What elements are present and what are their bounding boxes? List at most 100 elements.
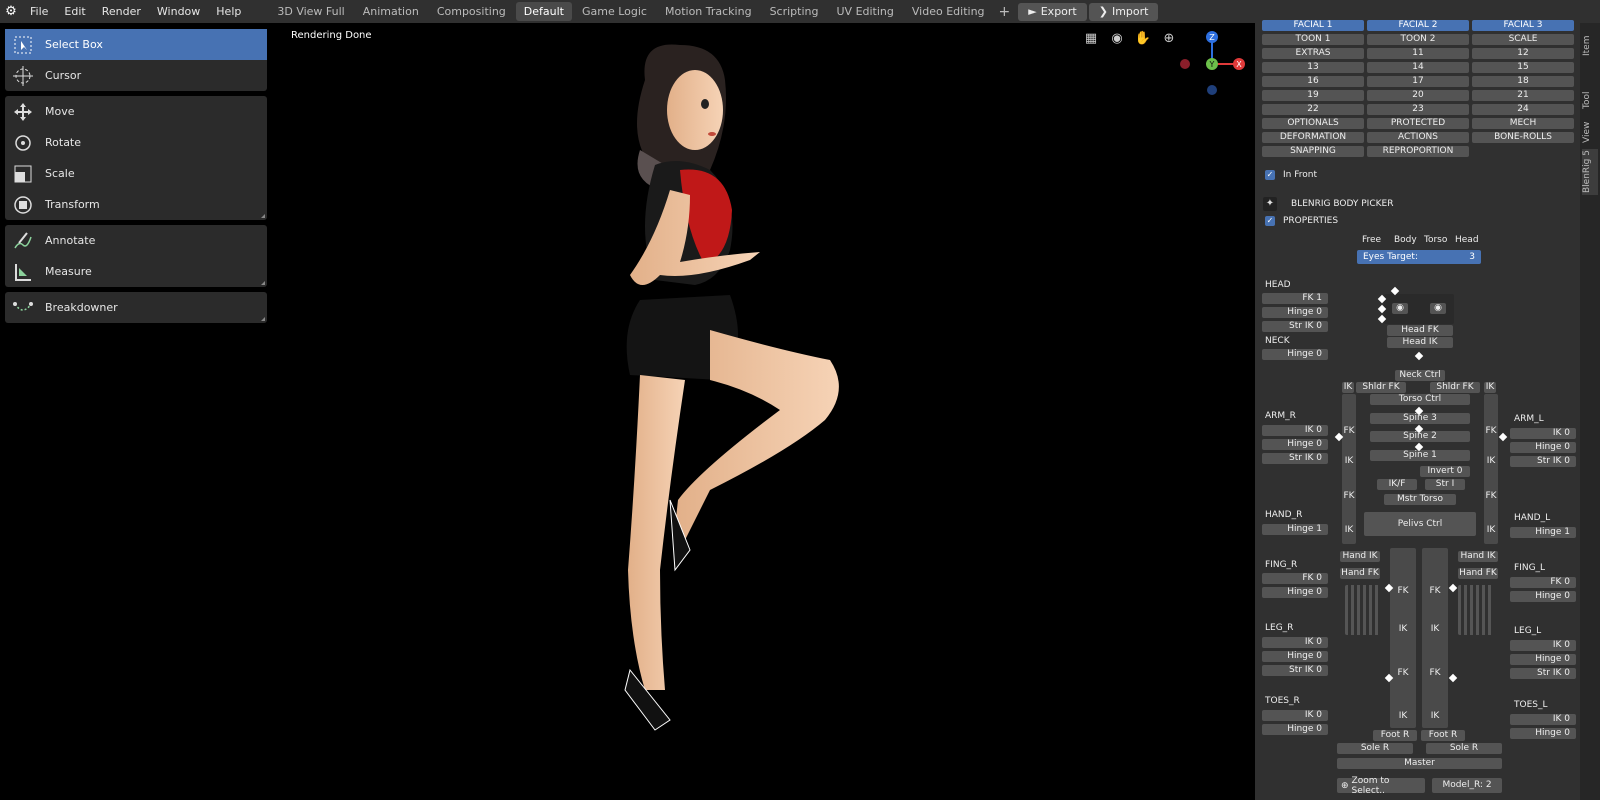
fingers-r-bones[interactable] <box>1345 585 1381 635</box>
arm-r-fk-bone[interactable]: FK <box>1342 426 1356 437</box>
model-r-field[interactable]: Model_R: 2 <box>1432 778 1502 793</box>
look-mode-torso[interactable]: Torso <box>1424 235 1447 245</box>
master-torso-bone[interactable]: Mstr Torso <box>1384 494 1456 505</box>
sole-r2-bone[interactable]: Sole R <box>1426 743 1502 754</box>
tab-tool[interactable]: Tool <box>1582 85 1598 115</box>
export-button[interactable]: ► Export <box>1018 2 1087 21</box>
head-fk-prop[interactable]: FK 1 <box>1262 293 1328 304</box>
shoulder-l-fk-bone[interactable]: Shldr FK <box>1430 382 1480 393</box>
tool-cursor[interactable]: Cursor <box>5 60 267 91</box>
arm-r-ik-prop[interactable]: IK 0 <box>1262 425 1328 436</box>
arm-l-fk-bone[interactable]: FK <box>1484 426 1498 437</box>
layer-button-bone-rolls[interactable]: BONE-ROLLS <box>1472 132 1574 143</box>
sole-r-bone[interactable]: Sole R <box>1337 743 1413 754</box>
layer-button-reproportion[interactable]: REPROPORTION <box>1367 146 1469 157</box>
layer-button-protected[interactable]: PROTECTED <box>1367 118 1469 129</box>
master-bone[interactable]: Master <box>1337 758 1502 769</box>
eyes-target-slider[interactable]: Eyes Target: 3 <box>1357 250 1481 264</box>
layer-button-14[interactable]: 14 <box>1367 62 1469 73</box>
pelvis-ctrl-bone[interactable]: Pelivs Ctrl <box>1364 512 1476 536</box>
look-mode-free[interactable]: Free <box>1362 235 1381 245</box>
menu-file[interactable]: File <box>22 0 56 23</box>
shin-l-fk-bone[interactable]: FK <box>1422 668 1448 679</box>
leg-l-str-ik-prop[interactable]: Str IK 0 <box>1510 668 1576 679</box>
layer-button-23[interactable]: 23 <box>1367 104 1469 115</box>
import-button[interactable]: ❯ Import <box>1088 2 1159 21</box>
arm-r-str-ik-prop[interactable]: Str IK 0 <box>1262 453 1328 464</box>
layer-button-17[interactable]: 17 <box>1367 76 1469 87</box>
leg-r-ik-prop[interactable]: IK 0 <box>1262 637 1328 648</box>
layer-button-11[interactable]: 11 <box>1367 48 1469 59</box>
tool-breakdowner[interactable]: Breakdowner <box>5 292 267 323</box>
head-ik-bone[interactable]: Head IK <box>1387 337 1453 348</box>
eye-l-icon[interactable]: ◉ <box>1430 303 1446 314</box>
neck-ctrl-bone[interactable]: Neck Ctrl <box>1395 370 1445 381</box>
forearm-l-ik-bone[interactable]: IK <box>1484 525 1498 536</box>
tab-default[interactable]: Default <box>515 2 572 21</box>
menu-window[interactable]: Window <box>149 0 208 23</box>
layer-button-15[interactable]: 15 <box>1472 62 1574 73</box>
layer-button-19[interactable]: 19 <box>1262 90 1364 101</box>
invert-toggle[interactable]: Invert 0 <box>1420 466 1470 477</box>
ik-fk-toggle[interactable]: IK/F <box>1377 479 1417 490</box>
tab-view[interactable]: View <box>1582 117 1598 147</box>
arm-l-ik-bone[interactable]: IK <box>1484 456 1498 467</box>
look-mode-body[interactable]: Body <box>1394 235 1417 245</box>
navigation-gizmo[interactable]: Z Y X <box>1175 28 1245 98</box>
layer-button-facial-3[interactable]: FACIAL 3 <box>1472 20 1574 31</box>
foot-r2-bone[interactable]: Foot R <box>1421 730 1465 741</box>
arm-l-hinge-prop[interactable]: Hinge 0 <box>1510 442 1576 453</box>
toes-r-ik-prop[interactable]: IK 0 <box>1262 710 1328 721</box>
toes-l-ik-prop[interactable]: IK 0 <box>1510 714 1576 725</box>
fing-l-fk-prop[interactable]: FK 0 <box>1510 577 1576 588</box>
layer-button-extras[interactable]: EXTRAS <box>1262 48 1364 59</box>
fing-r-fk-prop[interactable]: FK 0 <box>1262 573 1328 584</box>
thigh-r-fk-bone[interactable]: FK <box>1390 586 1416 597</box>
arm-l-ik-prop[interactable]: IK 0 <box>1510 428 1576 439</box>
arm-r-ik-bone[interactable]: IK <box>1342 456 1356 467</box>
layer-button-mech[interactable]: MECH <box>1472 118 1574 129</box>
toes-r-hinge-prop[interactable]: Hinge 0 <box>1262 724 1328 735</box>
shoulder-r-fk-bone[interactable]: Shldr FK <box>1356 382 1406 393</box>
tab-3d-view-full[interactable]: 3D View Full <box>269 2 352 21</box>
layer-button-13[interactable]: 13 <box>1262 62 1364 73</box>
head-hinge-prop[interactable]: Hinge 0 <box>1262 307 1328 318</box>
camera-icon[interactable]: ◉ <box>1109 30 1125 46</box>
shoulder-l-ik-bone[interactable]: IK <box>1484 382 1496 393</box>
arm-l-str-ik-prop[interactable]: Str IK 0 <box>1510 456 1576 467</box>
zoom-to-select-button[interactable]: ⊕ Zoom to Select.. <box>1337 776 1425 796</box>
head-fk-bone[interactable]: Head FK <box>1387 325 1453 336</box>
tab-item[interactable]: Item <box>1582 31 1598 61</box>
tool-scale[interactable]: Scale <box>5 158 267 189</box>
hand-l-fk-bone[interactable]: Hand FK <box>1458 568 1498 579</box>
tab-animation[interactable]: Animation <box>355 2 427 21</box>
foot-r-bone[interactable]: Foot R <box>1373 730 1417 741</box>
tab-scripting[interactable]: Scripting <box>762 2 827 21</box>
thigh-l-fk-bone[interactable]: FK <box>1422 586 1448 597</box>
leg-l-hinge-prop[interactable]: Hinge 0 <box>1510 654 1576 665</box>
leg-r-hinge-prop[interactable]: Hinge 0 <box>1262 651 1328 662</box>
arm-r-hinge-prop[interactable]: Hinge 0 <box>1262 439 1328 450</box>
layer-button-18[interactable]: 18 <box>1472 76 1574 87</box>
layer-button-24[interactable]: 24 <box>1472 104 1574 115</box>
layer-button-facial-1[interactable]: FACIAL 1 <box>1262 20 1364 31</box>
menu-edit[interactable]: Edit <box>56 0 93 23</box>
tab-uv-editing[interactable]: UV Editing <box>829 2 902 21</box>
forearm-r-ik-bone[interactable]: IK <box>1342 525 1356 536</box>
blender-logo-icon[interactable]: ⚙ <box>0 0 22 23</box>
shin-r-ik-bone[interactable]: IK <box>1390 711 1416 722</box>
hand-r-fk-bone[interactable]: Hand FK <box>1340 568 1380 579</box>
torso-ctrl-bone[interactable]: Torso Ctrl <box>1370 394 1470 405</box>
tab-game-logic[interactable]: Game Logic <box>574 2 655 21</box>
spine2-bone[interactable]: Spine 2 <box>1370 431 1470 442</box>
leg-r-str-ik-prop[interactable]: Str IK 0 <box>1262 665 1328 676</box>
menu-help[interactable]: Help <box>208 0 249 23</box>
head-str-ik-prop[interactable]: Str IK 0 <box>1262 321 1328 332</box>
layer-button-toon-2[interactable]: TOON 2 <box>1367 34 1469 45</box>
forearm-r-fk-bone[interactable]: FK <box>1342 491 1356 502</box>
add-workspace-button[interactable]: + <box>993 4 1017 20</box>
spine3-bone[interactable]: Spine 3 <box>1370 413 1470 424</box>
tab-blenrig5[interactable]: BlenRig 5 <box>1582 149 1598 195</box>
shin-r-fk-bone[interactable]: FK <box>1390 668 1416 679</box>
fing-r-hinge-prop[interactable]: Hinge 0 <box>1262 587 1328 598</box>
